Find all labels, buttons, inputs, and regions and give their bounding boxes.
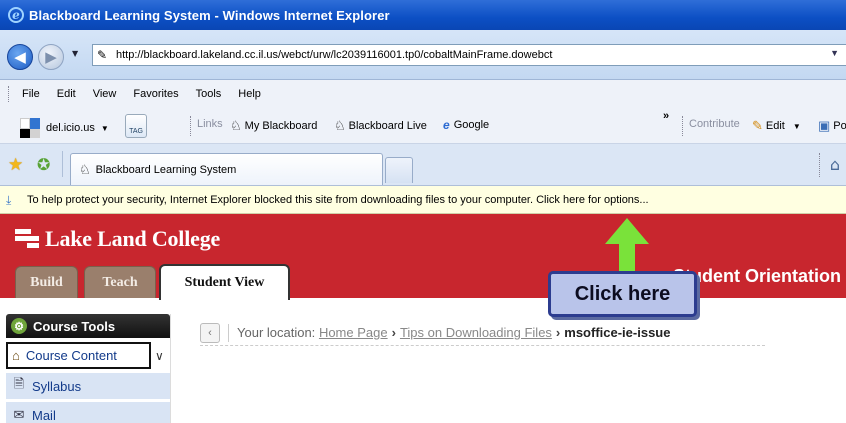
ie-logo-icon: e — [8, 7, 24, 23]
course-content-item[interactable]: ⌂ Course Content — [6, 342, 151, 369]
course-tools-sidebar: ⚙ Course Tools ⌂ Course Content ∨ 🗎 Syll… — [6, 314, 171, 423]
breadcrumb-tips[interactable]: Tips on Downloading Files — [400, 325, 552, 340]
menu-tools[interactable]: Tools — [196, 88, 222, 100]
recent-pages-dropdown[interactable]: ▼ — [72, 49, 78, 58]
sidebar-item-mail[interactable]: ✉ Mail — [6, 402, 170, 423]
gear-icon: ⚙ — [11, 318, 27, 334]
toolbar-separator — [819, 153, 820, 177]
breadcrumb-home-page[interactable]: Home Page — [319, 325, 388, 340]
breadcrumb-back-button[interactable]: ‹ — [200, 322, 220, 343]
course-content-selector[interactable]: ⌂ Course Content ∨ — [6, 341, 170, 370]
post-button[interactable]: ▣ Po — [818, 118, 846, 134]
breadcrumb-chevron: › — [555, 325, 561, 340]
sidebar-item-label: Mail — [32, 407, 56, 423]
breadcrumb-separator — [228, 323, 229, 342]
edit-button[interactable]: ✎ Edit ▼ — [752, 118, 801, 134]
menu-file[interactable]: File — [22, 88, 40, 100]
tab-build[interactable]: Build — [15, 266, 78, 298]
home-icon: ⌂ — [12, 348, 20, 363]
back-arrow-icon: ◀ — [14, 48, 26, 66]
location-label: Your location: — [237, 325, 316, 340]
chevron-down-icon: ▼ — [792, 121, 801, 131]
edit-pencil-icon: ✎ — [752, 118, 763, 133]
link-label: My Blackboard — [244, 120, 318, 132]
forward-button[interactable]: ▶ — [38, 44, 64, 70]
download-blocked-icon: ⤓ — [6, 192, 12, 207]
window-title: Blackboard Learning System - Windows Int… — [29, 7, 390, 23]
delicious-button[interactable]: del.icio.us ▼ — [20, 118, 109, 138]
page-icon: ✎ — [97, 48, 108, 62]
course-content-label: Course Content — [25, 348, 117, 363]
contribute-button[interactable]: Contribute — [689, 118, 740, 130]
address-toolbar: ◀ ▶ ▼ ✎ http://blackboard.lakeland.cc.il… — [0, 30, 846, 80]
link-google[interactable]: e Google — [443, 118, 489, 132]
click-here-callout: Click here — [548, 271, 697, 317]
college-logo: Lake Land College — [15, 226, 220, 252]
sidebar-item-label: Syllabus — [32, 378, 82, 394]
college-logo-icon — [15, 229, 39, 249]
link-label: Google — [453, 119, 490, 131]
course-tools-title: Course Tools — [33, 318, 116, 334]
tab-teach[interactable]: Teach — [84, 266, 156, 298]
syllabus-icon: 🗎 — [13, 376, 25, 391]
tab-student-view[interactable]: Student View — [159, 264, 290, 300]
address-dropdown-icon[interactable]: ▼ — [830, 48, 839, 58]
menu-edit[interactable]: Edit — [57, 88, 76, 100]
add-favorite-icon[interactable]: ✪ — [37, 155, 50, 174]
breadcrumb-chevron: › — [391, 325, 396, 340]
tab-label: Blackboard Learning System — [95, 163, 237, 176]
links-toolbar: del.icio.us ▼ TAG Links ♘ My Blackboard … — [0, 108, 846, 144]
breadcrumb: ‹ Your location: Home Page › Tips on Dow… — [200, 320, 765, 346]
post-label: Po — [833, 120, 846, 132]
menu-bar: File Edit View Favorites Tools Help — [0, 80, 846, 108]
toolbar-grip — [8, 86, 11, 102]
course-tools-header: ⚙ Course Tools — [6, 314, 170, 338]
tab-bar: ★ ✪ ♘ Blackboard Learning System ⌂ — [0, 144, 846, 186]
tab-blackboard[interactable]: ♘ Blackboard Learning System — [70, 153, 383, 185]
delicious-label: del.icio.us — [46, 122, 95, 134]
link-blackboard-live[interactable]: ♘ Blackboard Live — [334, 118, 427, 134]
blackboard-header: Lake Land College Student Orientation Bu… — [0, 214, 846, 300]
menu-view[interactable]: View — [93, 88, 117, 100]
delicious-icon — [20, 118, 40, 138]
post-icon: ▣ — [818, 118, 831, 133]
toolbar-separator — [190, 116, 191, 136]
information-bar-message: To help protect your security, Internet … — [27, 193, 649, 206]
course-title: Student Orientation — [673, 266, 841, 286]
home-icon[interactable]: ⌂ — [830, 155, 840, 174]
links-label: Links — [197, 118, 223, 130]
link-label: Blackboard Live — [348, 120, 427, 132]
tab-divider — [62, 151, 63, 177]
address-input[interactable]: ✎ http://blackboard.lakeland.cc.il.us/we… — [92, 44, 846, 66]
college-name: Lake Land College — [45, 226, 221, 251]
sidebar-item-syllabus[interactable]: 🗎 Syllabus — [6, 373, 170, 399]
mail-icon: ✉ — [13, 407, 25, 422]
tag-button[interactable]: TAG — [125, 114, 147, 138]
new-tab-button[interactable] — [385, 157, 413, 183]
chevron-down-icon: ▼ — [100, 123, 109, 133]
more-links-chevron[interactable]: » — [663, 110, 669, 122]
chevron-double-down-icon[interactable]: ∨ — [155, 349, 164, 363]
annotation-arrow — [605, 218, 649, 276]
url-text: http://blackboard.lakeland.cc.il.us/webc… — [116, 49, 553, 61]
link-my-blackboard[interactable]: ♘ My Blackboard — [230, 118, 317, 134]
menu-help[interactable]: Help — [238, 88, 261, 100]
back-button[interactable]: ◀ — [7, 44, 33, 70]
favorites-star-icon[interactable]: ★ — [8, 155, 23, 175]
toolbar-separator — [682, 116, 683, 136]
blackboard-icon: ♘ — [334, 118, 346, 133]
breadcrumb-current: msoffice-ie-issue — [564, 325, 671, 340]
information-bar[interactable]: ⤓ To help protect your security, Interne… — [0, 186, 846, 214]
blackboard-icon: ♘ — [230, 118, 242, 133]
window-titlebar: e Blackboard Learning System - Windows I… — [0, 0, 846, 30]
tag-icon: TAG — [125, 114, 147, 138]
menu-favorites[interactable]: Favorites — [133, 88, 178, 100]
blackboard-icon: ♘ — [79, 161, 91, 177]
ie-page-icon: e — [443, 118, 450, 132]
forward-arrow-icon: ▶ — [45, 48, 57, 66]
edit-label: Edit — [765, 120, 785, 132]
